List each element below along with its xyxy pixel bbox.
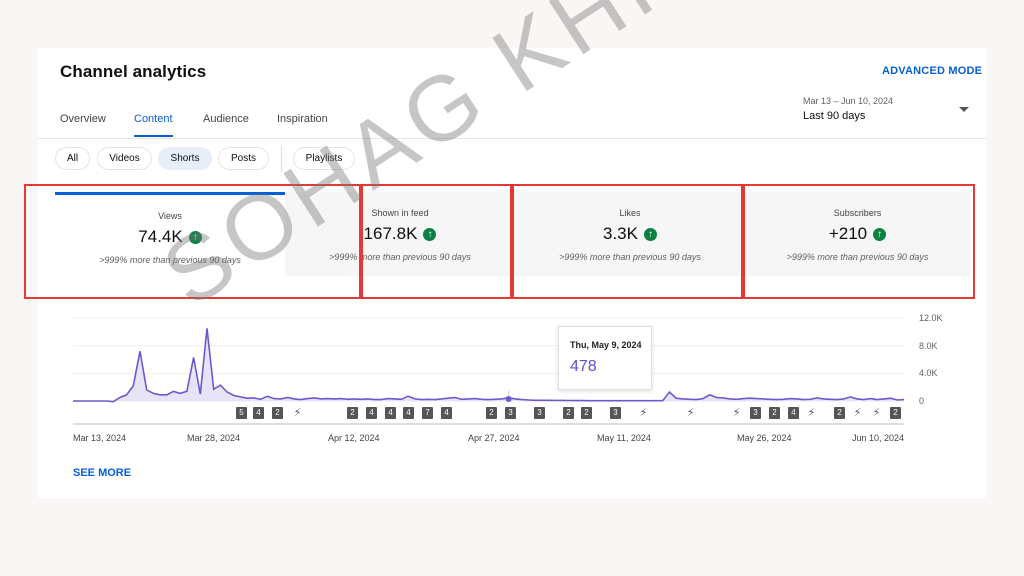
upload-count-badge[interactable]: 3 [610,407,621,419]
upload-count-badge[interactable]: 3 [534,407,545,419]
upload-count-badge[interactable]: 4 [403,407,414,419]
views-chart[interactable] [0,0,1024,576]
shorts-icon[interactable]: ⚡ [685,407,696,419]
y-tick-label: 12.0K [919,313,943,323]
shorts-icon[interactable]: ⚡ [806,407,817,419]
tooltip-value: 478 [570,358,597,375]
shorts-icon[interactable]: ⚡ [731,407,742,419]
x-tick-label: Jun 10, 2024 [852,433,905,443]
x-tick-label: Mar 28, 2024 [187,433,241,443]
upload-count-badge[interactable]: 2 [890,407,901,419]
upload-count-badge[interactable]: 4 [366,407,377,419]
tooltip-date: Thu, May 9, 2024 [570,340,642,350]
views-area [73,328,904,402]
y-tick-label: 0 [919,396,925,406]
x-tick-label: Apr 12, 2024 [328,433,380,443]
see-more-link[interactable]: SEE MORE [73,467,131,479]
y-tick-label: 8.0K [919,341,938,351]
shorts-icon[interactable]: ⚡ [292,407,303,419]
shorts-icon[interactable]: ⚡ [871,407,882,419]
upload-count-badge[interactable]: 2 [581,407,592,419]
upload-count-badge[interactable]: 3 [505,407,516,419]
y-tick-label: 4.0K [919,368,938,378]
upload-count-badge[interactable]: 7 [422,407,433,419]
upload-count-badge[interactable]: 2 [563,407,574,419]
upload-count-badge[interactable]: 4 [253,407,264,419]
upload-count-badge[interactable]: 2 [769,407,780,419]
x-tick-label: Mar 13, 2024 [73,433,127,443]
shorts-icon[interactable]: ⚡ [638,407,649,419]
upload-count-badge[interactable]: 2 [347,407,358,419]
upload-count-badge[interactable]: 2 [272,407,283,419]
upload-count-badge[interactable]: 2 [834,407,845,419]
chart-tooltip: Thu, May 9, 2024 478 [558,326,652,390]
shorts-icon[interactable]: ⚡ [852,407,863,419]
upload-count-badge[interactable]: 5 [236,407,247,419]
upload-count-badge[interactable]: 2 [486,407,497,419]
upload-count-badge[interactable]: 4 [441,407,452,419]
upload-count-badge[interactable]: 3 [750,407,761,419]
x-tick-label: May 26, 2024 [737,433,792,443]
upload-count-badge[interactable]: 4 [385,407,396,419]
tooltip-point [505,396,512,402]
x-tick-label: Apr 27, 2024 [468,433,520,443]
upload-count-badge[interactable]: 4 [788,407,799,419]
x-tick-label: May 11, 2024 [597,433,651,443]
